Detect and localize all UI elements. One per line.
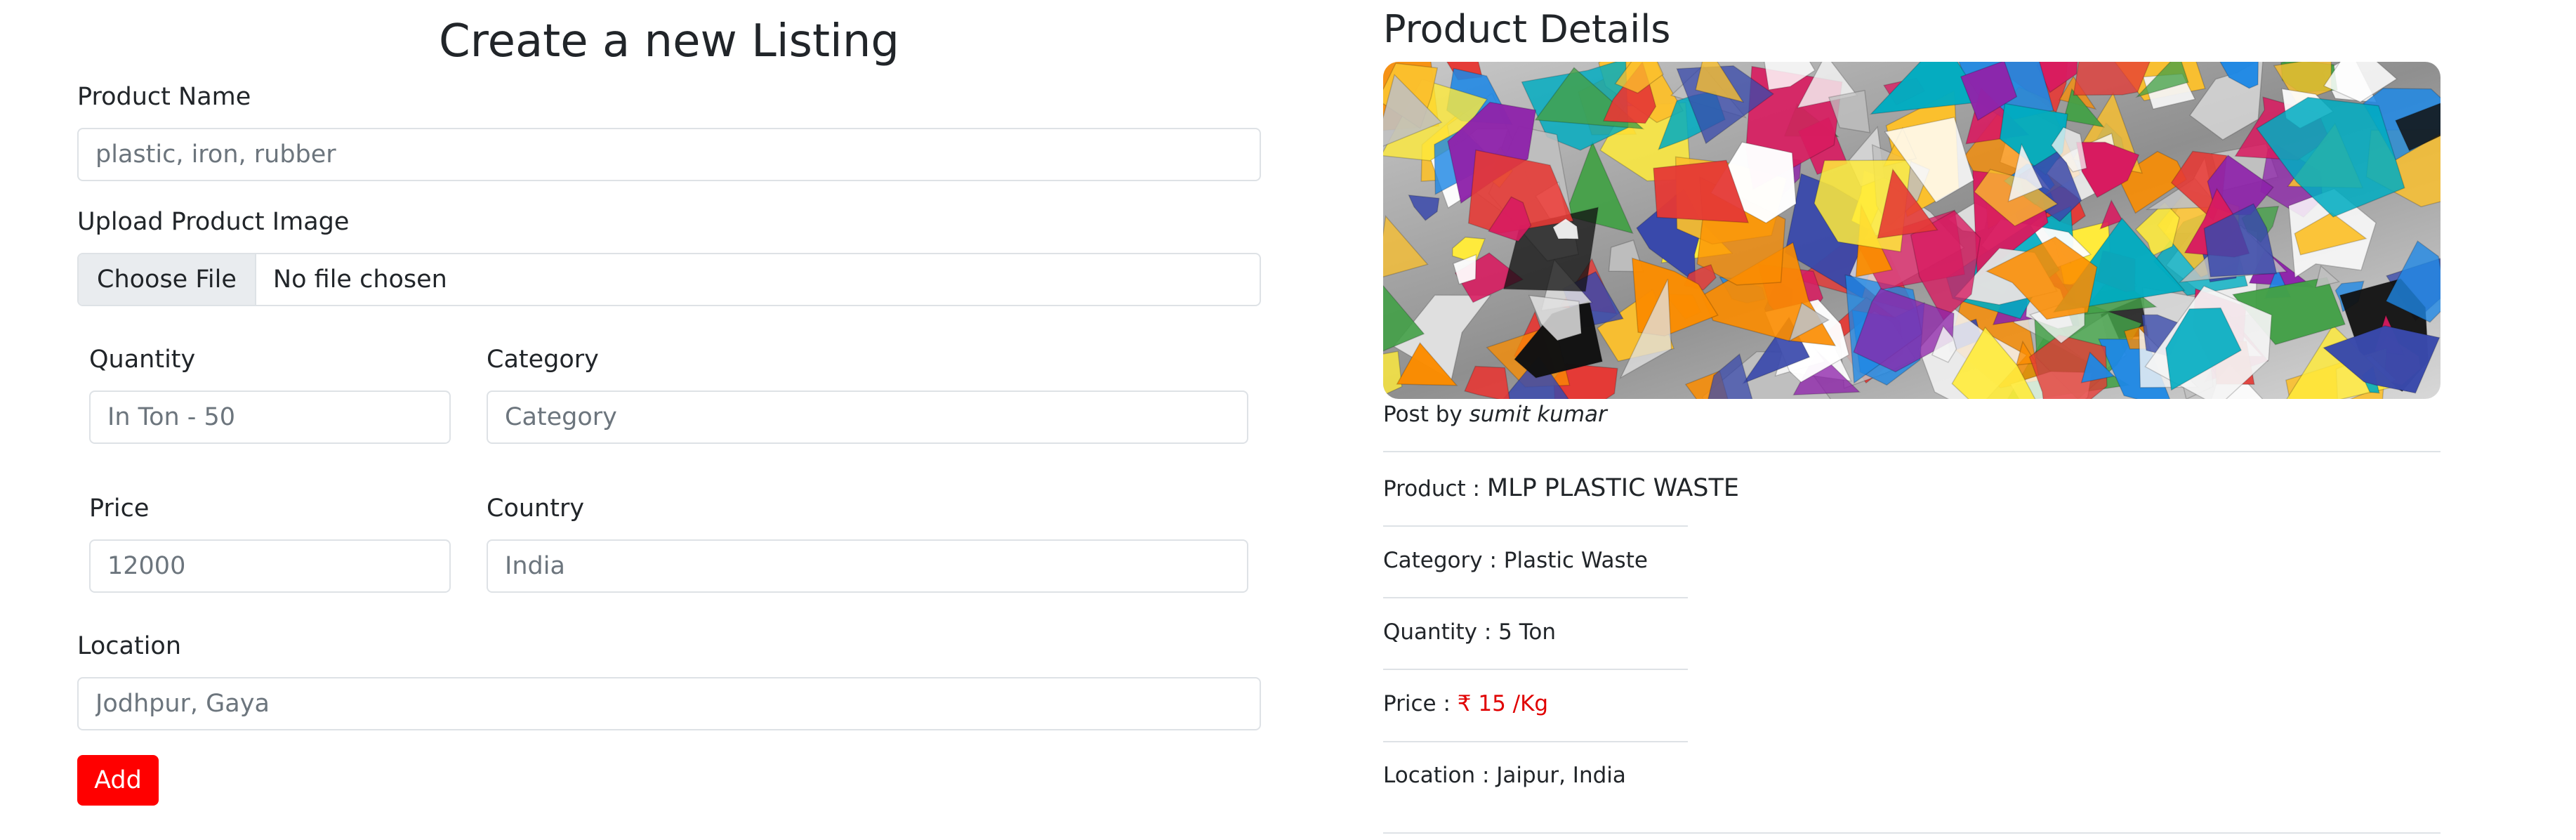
- detail-product: Product : MLP PLASTIC WASTE: [1383, 474, 1739, 502]
- location-input[interactable]: [77, 677, 1261, 730]
- quantity-label: Quantity: [89, 346, 196, 374]
- product-details-panel: Product Details Post by sumit kumar Prod…: [1383, 0, 2440, 840]
- detail-location-value: Jaipur, India: [1496, 763, 1626, 788]
- detail-price-label: Price :: [1383, 691, 1451, 716]
- location-label: Location: [77, 632, 182, 660]
- quantity-input[interactable]: [89, 391, 451, 444]
- detail-quantity: Quantity : 5 Ton: [1383, 619, 1556, 645]
- category-input[interactable]: [487, 391, 1248, 444]
- add-button[interactable]: Add: [77, 755, 159, 806]
- product-name-input[interactable]: [77, 128, 1261, 181]
- price-input[interactable]: [89, 539, 451, 593]
- country-label: Country: [487, 494, 585, 523]
- product-name-label: Product Name: [77, 83, 251, 111]
- divider: [1383, 597, 1688, 598]
- file-status-text: No file chosen: [272, 265, 447, 294]
- detail-price: Price : ₹ 15 /Kg: [1383, 691, 1548, 716]
- file-upload-input[interactable]: Choose File No file chosen: [77, 253, 1261, 306]
- category-label: Category: [487, 346, 599, 374]
- details-title: Product Details: [1383, 7, 1671, 51]
- detail-quantity-value: 5 Ton: [1498, 619, 1556, 645]
- divider: [1383, 525, 1688, 527]
- product-image: [1383, 62, 2440, 399]
- divider: [1383, 741, 1688, 742]
- choose-file-button[interactable]: Choose File: [79, 254, 256, 305]
- detail-product-label: Product :: [1383, 476, 1481, 501]
- divider: [1383, 832, 2440, 834]
- form-title: Create a new Listing: [438, 15, 900, 67]
- upload-image-label: Upload Product Image: [77, 208, 350, 236]
- detail-price-value: ₹ 15 /Kg: [1457, 691, 1549, 716]
- price-label: Price: [89, 494, 150, 523]
- posted-by: Post by sumit kumar: [1383, 402, 1607, 427]
- create-listing-form: Create a new Listing Product Name Upload…: [77, 0, 1261, 840]
- divider: [1383, 451, 2440, 452]
- seller-name: sumit kumar: [1469, 402, 1607, 427]
- detail-location-label: Location :: [1383, 763, 1490, 788]
- detail-product-value: MLP PLASTIC WASTE: [1486, 474, 1739, 502]
- country-input[interactable]: [487, 539, 1248, 593]
- divider: [1383, 669, 1688, 670]
- posted-by-prefix: Post by: [1383, 402, 1462, 427]
- detail-category-label: Category :: [1383, 548, 1497, 573]
- detail-category: Category : Plastic Waste: [1383, 548, 1648, 573]
- detail-category-value: Plastic Waste: [1503, 548, 1648, 573]
- detail-location: Location : Jaipur, India: [1383, 763, 1626, 788]
- detail-quantity-label: Quantity :: [1383, 619, 1492, 645]
